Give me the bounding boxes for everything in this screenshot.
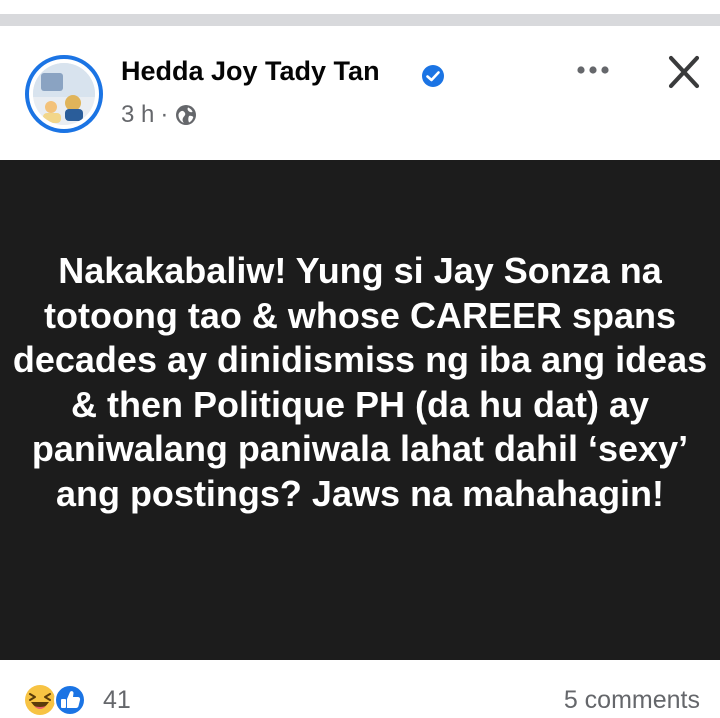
- verified-badge-icon: [422, 65, 444, 87]
- more-options-icon[interactable]: [575, 56, 611, 84]
- avatar-image: [33, 63, 95, 125]
- haha-icon: [25, 685, 55, 715]
- avatar-illustration-icon: [33, 63, 95, 125]
- reaction-count[interactable]: 41: [103, 686, 131, 715]
- close-icon[interactable]: [664, 54, 704, 90]
- avatar[interactable]: [25, 55, 103, 133]
- reactions-summary[interactable]: [24, 682, 104, 718]
- author-name[interactable]: Hedda Joy Tady Tan: [121, 56, 380, 87]
- post-body-text: Nakakabaliw! Yung si Jay Sonza na totoon…: [12, 250, 708, 514]
- comments-link[interactable]: 5 comments: [564, 686, 700, 715]
- like-icon: [54, 684, 86, 716]
- feed-divider: [0, 14, 720, 26]
- post-time[interactable]: 3 h: [121, 101, 154, 129]
- post-meta: 3 h ·: [121, 101, 198, 129]
- meta-separator: ·: [160, 101, 169, 128]
- post-header: [0, 26, 720, 160]
- globe-icon: [176, 105, 197, 125]
